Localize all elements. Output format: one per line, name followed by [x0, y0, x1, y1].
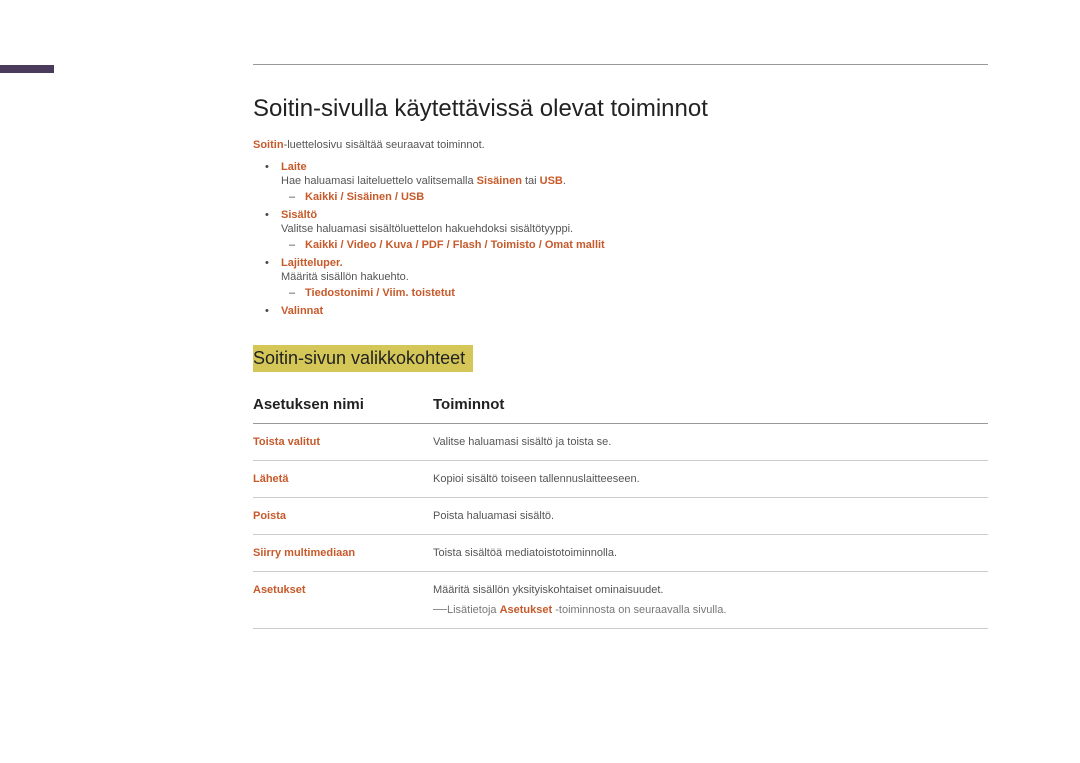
feature-list: Laite Hae haluamasi laiteluettelo valits… — [253, 161, 988, 317]
option-name: Siirry multimediaan — [253, 535, 433, 572]
sub-item: Kaikki / Sisäinen / USB — [281, 191, 988, 203]
option-name: Lähetä — [253, 461, 433, 498]
table-row: Poista Poista haluamasi sisältö. — [253, 498, 988, 535]
option-name: Poista — [253, 498, 433, 535]
table-header-func: Toiminnot — [433, 386, 988, 424]
option-desc: Määritä sisällön yksityiskohtaiset omina… — [433, 572, 988, 629]
note-text: Lisätietoja — [447, 604, 500, 616]
desc-highlight: USB — [540, 175, 563, 187]
option-desc: Toista sisältöä mediatoistotoiminnolla. — [433, 535, 988, 572]
table-header-name: Asetuksen nimi — [253, 386, 433, 424]
section-heading: Soitin-sivun valikkokohteet — [253, 345, 473, 372]
sub-list: Kaikki / Sisäinen / USB — [281, 191, 988, 203]
option-desc: Valitse haluamasi sisältö ja toista se. — [433, 424, 988, 461]
desc-text: Hae haluamasi laiteluettelo valitsemalla — [281, 175, 477, 187]
note-text: -toiminnosta on seuraavalla sivulla. — [552, 604, 726, 616]
desc-text: tai — [522, 175, 540, 187]
feature-desc: Valitse haluamasi sisältöluettelon hakue… — [281, 223, 988, 235]
sub-list: Tiedostonimi / Viim. toistetut — [281, 287, 988, 299]
desc-highlight: Sisäinen — [477, 175, 522, 187]
option-note: Lisätietoja Asetukset -toiminnosta on se… — [433, 604, 980, 616]
sub-item: Tiedostonimi / Viim. toistetut — [281, 287, 988, 299]
option-name: Asetukset — [253, 572, 433, 629]
note-highlight: Asetukset — [500, 604, 553, 616]
intro-highlight: Soitin — [253, 139, 284, 151]
table-row: Asetukset Määritä sisällön yksityiskohta… — [253, 572, 988, 629]
option-name: Toista valitut — [253, 424, 433, 461]
page-title: Soitin-sivulla käytettävissä olevat toim… — [253, 95, 988, 123]
top-rule — [253, 64, 988, 65]
desc-text: . — [563, 175, 566, 187]
table-row: Siirry multimediaan Toista sisältöä medi… — [253, 535, 988, 572]
feature-valinnat: Valinnat — [253, 305, 988, 317]
page-content: Soitin-sivulla käytettävissä olevat toim… — [253, 95, 988, 629]
feature-title: Valinnat — [281, 305, 988, 317]
table-row: Toista valitut Valitse haluamasi sisältö… — [253, 424, 988, 461]
feature-title: Sisältö — [281, 209, 988, 221]
option-desc: Poista haluamasi sisältö. — [433, 498, 988, 535]
option-desc: Kopioi sisältö toiseen tallennuslaittees… — [433, 461, 988, 498]
sub-item: Kaikki / Video / Kuva / PDF / Flash / To… — [281, 239, 988, 251]
feature-title: Lajitteluper. — [281, 257, 988, 269]
options-table: Asetuksen nimi Toiminnot Toista valitut … — [253, 386, 988, 629]
table-row: Lähetä Kopioi sisältö toiseen tallennusl… — [253, 461, 988, 498]
side-marker — [0, 65, 54, 73]
feature-sisalto: Sisältö Valitse haluamasi sisältöluettel… — [253, 209, 988, 251]
feature-desc: Määritä sisällön hakuehto. — [281, 271, 988, 283]
feature-title: Laite — [281, 161, 988, 173]
intro-rest: -luettelosivu sisältää seuraavat toiminn… — [284, 139, 485, 151]
feature-laite: Laite Hae haluamasi laiteluettelo valits… — [253, 161, 988, 203]
option-desc-text: Määritä sisällön yksityiskohtaiset omina… — [433, 584, 664, 596]
intro-text: Soitin-luettelosivu sisältää seuraavat t… — [253, 139, 988, 151]
feature-desc: Hae haluamasi laiteluettelo valitsemalla… — [281, 175, 988, 187]
sub-list: Kaikki / Video / Kuva / PDF / Flash / To… — [281, 239, 988, 251]
feature-lajittelu: Lajitteluper. Määritä sisällön hakuehto.… — [253, 257, 988, 299]
